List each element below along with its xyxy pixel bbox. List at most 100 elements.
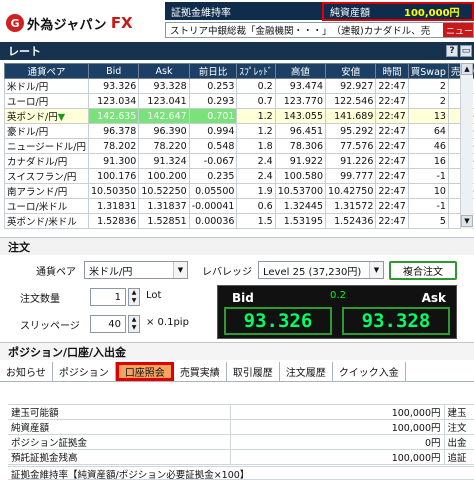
rate-col-header[interactable]: 時間 — [375, 63, 409, 79]
account-row-side: 注文 — [443, 419, 474, 435]
trend-arrow-icon: ▼ — [57, 112, 66, 123]
chevron-down-icon[interactable]: ▼ — [369, 262, 383, 278]
rate-cell-time: 22:47 — [375, 108, 409, 124]
rate-scrollbar[interactable]: ▲ ▼ — [460, 63, 473, 229]
rate-row[interactable]: 英ポンド/円▼ 142.635 142.647 0.701 1.2 143.055 141.… — [3, 108, 474, 124]
rate-cell-chg: 0.701 — [188, 108, 238, 124]
minimize-icon[interactable]: ▭ — [460, 45, 472, 57]
account-row-side: 建玉 — [443, 404, 474, 420]
rate-row[interactable]: ニュージードル/円 78.202 78.220 0.548 1.8 78.306 77.57… — [3, 138, 474, 154]
rate-cell-chg: 0.253 — [188, 78, 238, 94]
rate-cell-low: 91.226 — [325, 153, 377, 169]
ask-label: Ask — [421, 291, 446, 305]
order-panel-title: 注文 — [0, 237, 474, 255]
rate-pair-cell[interactable]: スイスフラン/円 — [3, 168, 90, 184]
tab-0[interactable]: お知らせ — [0, 362, 53, 381]
rate-cell-spread: 1.2 — [236, 108, 276, 124]
rate-cell-buy-swap: -1 — [407, 198, 449, 214]
rate-cell-ask: 93.328 — [138, 78, 190, 94]
slippage-input[interactable]: 40 — [90, 315, 126, 333]
rate-cell-low: 99.777 — [325, 168, 377, 184]
rate-col-header[interactable]: Ask — [138, 63, 190, 79]
account-row: 預託証拠金残高 100,000円 追証 — [8, 449, 474, 465]
tab-1[interactable]: ポジション — [52, 362, 116, 381]
rate-pair-cell[interactable]: 豪ドル/円 — [3, 123, 90, 139]
rate-col-header[interactable]: 高値 — [274, 63, 327, 79]
rate-pair-cell[interactable]: ニュージードル/円 — [3, 138, 90, 154]
rate-col-header[interactable]: ｽﾌﾟﾚｯﾄﾞ — [236, 63, 276, 79]
pair-name: 英ポンド/米ドル — [7, 217, 77, 228]
rate-cell-chg: 0.293 — [188, 93, 238, 109]
rate-cell-buy-swap: 2 — [407, 93, 449, 109]
leverage-label: レバレッジ — [202, 267, 252, 278]
rate-cell-buy-swap: -1 — [407, 168, 449, 184]
tab-6[interactable]: クイック入金 — [332, 362, 406, 381]
rate-col-header[interactable]: 前日比 — [188, 63, 238, 79]
pair-name: カナダドル/円 — [7, 157, 68, 168]
rate-cell-high: 143.055 — [274, 108, 327, 124]
rate-cell-bid: 10.50350 — [88, 183, 140, 199]
pair-name: ユーロ/円 — [7, 97, 49, 108]
position-panel-title: ポジション/口座/入出金 — [0, 342, 474, 360]
ask-price-button[interactable]: 93.328 — [342, 307, 450, 335]
account-row-side: 出金 — [443, 434, 474, 450]
tab-3[interactable]: 売買実績 — [173, 362, 227, 381]
rate-row[interactable]: カナダドル/円 91.300 91.324 -0.067 2.4 91.922 91.226… — [3, 153, 474, 169]
rate-col-header[interactable]: 安値 — [325, 63, 377, 79]
leverage-select[interactable]: Level 25 (37,230円) ▼ — [258, 261, 384, 279]
rate-cell-spread: 0.6 — [236, 198, 276, 214]
rate-cell-spread: 1.2 — [236, 123, 276, 139]
scroll-down-icon[interactable]: ▼ — [461, 215, 473, 227]
rate-cell-bid: 78.202 — [88, 138, 140, 154]
rate-cell-ask: 10.52250 — [138, 183, 190, 199]
rate-pair-cell[interactable]: ユーロ/米ドル — [3, 198, 90, 214]
rate-cell-low: 10.42750 — [325, 183, 377, 199]
rate-row[interactable]: 英ポンド/米ドル 1.52836 1.52851 0.00036 1.5 1.53195 1… — [3, 213, 474, 229]
rate-cell-high: 91.922 — [274, 153, 327, 169]
rate-cell-high: 1.53195 — [274, 213, 327, 229]
rate-pair-cell[interactable]: カナダドル/円 — [3, 153, 90, 169]
tab-4[interactable]: 取引履歴 — [226, 362, 280, 381]
rate-col-header[interactable]: 通貨ペア — [3, 63, 90, 79]
rate-panel-title: レート ? ▭ — [0, 42, 474, 60]
qty-input[interactable]: 1 — [90, 288, 126, 306]
pair-label: 通貨ペア — [36, 267, 76, 278]
account-row-value: 100,000円 — [229, 419, 444, 435]
rate-row[interactable]: 南アランド/円 10.50350 10.52250 0.05500 1.9 10.5370… — [3, 183, 474, 199]
rate-cell-spread: 1.9 — [236, 183, 276, 199]
rate-cell-buy-swap: 13 — [407, 108, 449, 124]
rate-row[interactable]: スイスフラン/円 100.176 100.200 0.235 2.4 100.580 99.… — [3, 168, 474, 184]
slippage-stepper-icon[interactable]: ▲ ▼ — [128, 315, 140, 333]
rate-row[interactable]: ユーロ/円 123.034 123.041 0.293 0.7 123.770 122.54… — [3, 93, 474, 109]
news-ticker[interactable]: ストリア中銀総裁「金融機関・・・」 （速報)カナダドル、売 ニュー — [165, 22, 474, 38]
tab-5[interactable]: 注文履歴 — [279, 362, 333, 381]
logo-text: 外為ジャパン — [27, 17, 107, 33]
help-icon[interactable]: ? — [446, 45, 458, 57]
rate-pair-cell[interactable]: 米ドル/円 — [3, 78, 90, 94]
rate-pair-cell[interactable]: 英ポンド/円▼ — [3, 108, 90, 124]
rate-row[interactable]: ユーロ/米ドル 1.31831 1.31837 -0.00041 0.6 1.32445 1… — [3, 198, 474, 214]
rate-cell-low: 122.546 — [325, 93, 377, 109]
rate-pair-cell[interactable]: 英ポンド/米ドル — [3, 213, 90, 229]
chevron-down-icon[interactable]: ▼ — [173, 262, 187, 278]
account-row: 建玉可能額 100,000円 建玉 — [8, 404, 474, 420]
rate-cell-bid: 1.52836 — [88, 213, 140, 229]
bid-price-button[interactable]: 93.326 — [224, 307, 332, 335]
position-tabs: お知らせ ポジション 口座照会 売買実績 取引履歴 注文履歴 クイック入金 — [0, 362, 474, 382]
pair-select[interactable]: 米ドル/円 ▼ — [84, 261, 188, 279]
rate-row[interactable]: 米ドル/円 93.326 93.328 0.253 0.2 93.474 92.927 22:… — [3, 78, 474, 94]
logo-mark-icon: G — [6, 14, 24, 32]
rate-cell-low: 95.292 — [325, 123, 377, 139]
qty-stepper-icon[interactable]: ▲ ▼ — [128, 288, 140, 306]
scroll-up-icon[interactable]: ▲ — [461, 63, 473, 75]
rate-pair-cell[interactable]: ユーロ/円 — [3, 93, 90, 109]
complex-order-button[interactable]: 複合注文 — [389, 261, 457, 280]
rate-pair-cell[interactable]: 南アランド/円 — [3, 183, 90, 199]
news-button[interactable]: ニュー — [443, 23, 473, 37]
rate-col-header[interactable]: Bid — [88, 63, 140, 79]
rate-row[interactable]: 豪ドル/円 96.378 96.390 0.994 1.2 96.451 95.292 22:… — [3, 123, 474, 139]
rate-cell-bid: 1.31831 — [88, 198, 140, 214]
rate-col-header[interactable]: 買Swap — [407, 63, 449, 79]
tab-2[interactable]: 口座照会 — [115, 362, 174, 381]
account-footer: 証拠金維持率【純資産額/ポジション必要証拠金×100】 — [8, 466, 474, 480]
